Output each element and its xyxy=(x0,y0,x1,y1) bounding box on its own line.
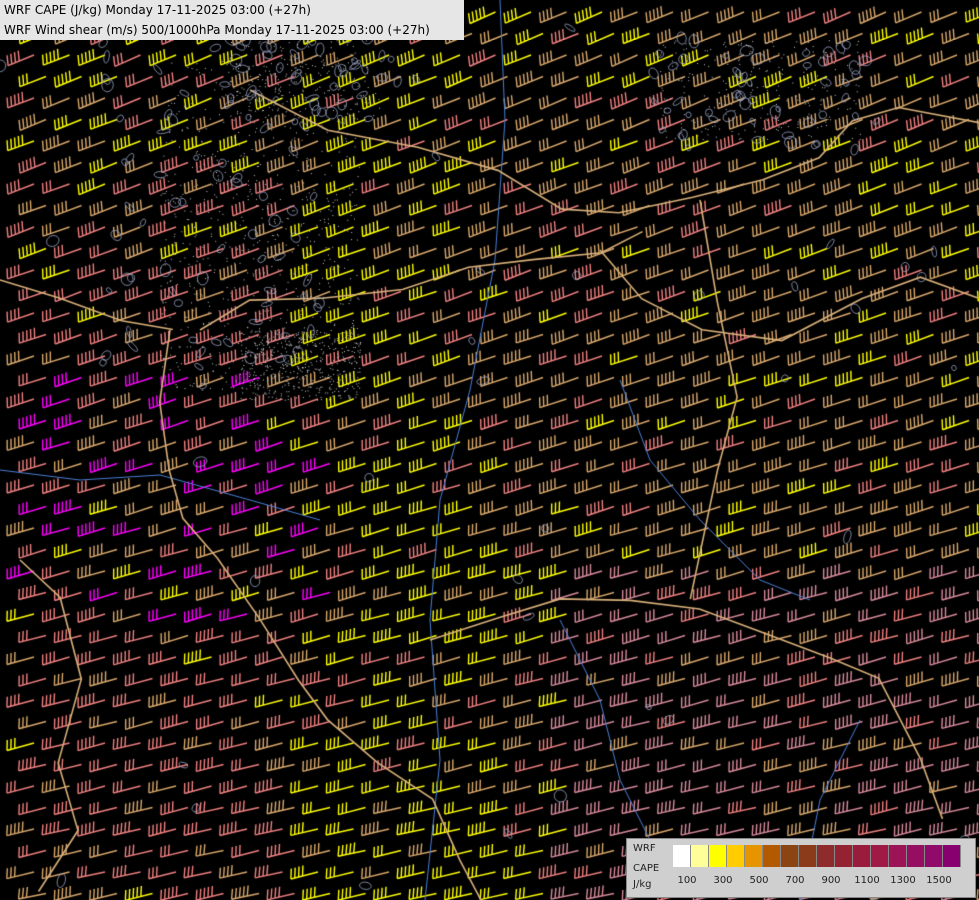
legend-swatch xyxy=(817,845,835,867)
legend-tick: 300 xyxy=(713,875,733,886)
legend-swatch xyxy=(763,845,781,867)
cape-title: WRF CAPE (J/kg) Monday 17-11-2025 03:00 … xyxy=(4,3,311,17)
legend-tick-labels: 100 300 500 700 900 1100 1300 1500 xyxy=(667,875,977,889)
legend-swatch xyxy=(871,845,889,867)
legend-swatch xyxy=(727,845,745,867)
legend-swatch xyxy=(673,845,691,867)
legend-swatch xyxy=(799,845,817,867)
legend-swatch xyxy=(745,845,763,867)
legend-swatch xyxy=(853,845,871,867)
legend-tick: 1500 xyxy=(926,875,952,886)
legend-swatch xyxy=(943,845,961,867)
legend-model-label: WRF xyxy=(633,843,656,854)
legend-swatch xyxy=(709,845,727,867)
legend-swatch xyxy=(889,845,907,867)
legend-tick: 1300 xyxy=(890,875,916,886)
legend-swatch xyxy=(835,845,853,867)
legend-tick: 700 xyxy=(785,875,805,886)
legend-unit-label: J/kg xyxy=(633,879,652,890)
legend-swatch xyxy=(781,845,799,867)
legend-swatch xyxy=(691,845,709,867)
map-title-box: WRF CAPE (J/kg) Monday 17-11-2025 03:00 … xyxy=(0,0,464,40)
legend-variable-label: CAPE xyxy=(633,863,660,874)
wind-shear-title: WRF Wind shear (m/s) 500/1000hPa Monday … xyxy=(4,23,430,37)
legend-swatch xyxy=(907,845,925,867)
legend-tick: 900 xyxy=(821,875,841,886)
legend-tick: 1100 xyxy=(854,875,880,886)
legend-color-scale xyxy=(673,845,961,867)
legend-swatch xyxy=(925,845,943,867)
legend-tick: 500 xyxy=(749,875,769,886)
cape-legend: WRF CAPE J/kg 100 300 500 700 900 1100 1300 150… xyxy=(626,838,976,898)
wind-shear-map xyxy=(0,0,979,900)
legend-tick: 100 xyxy=(677,875,697,886)
